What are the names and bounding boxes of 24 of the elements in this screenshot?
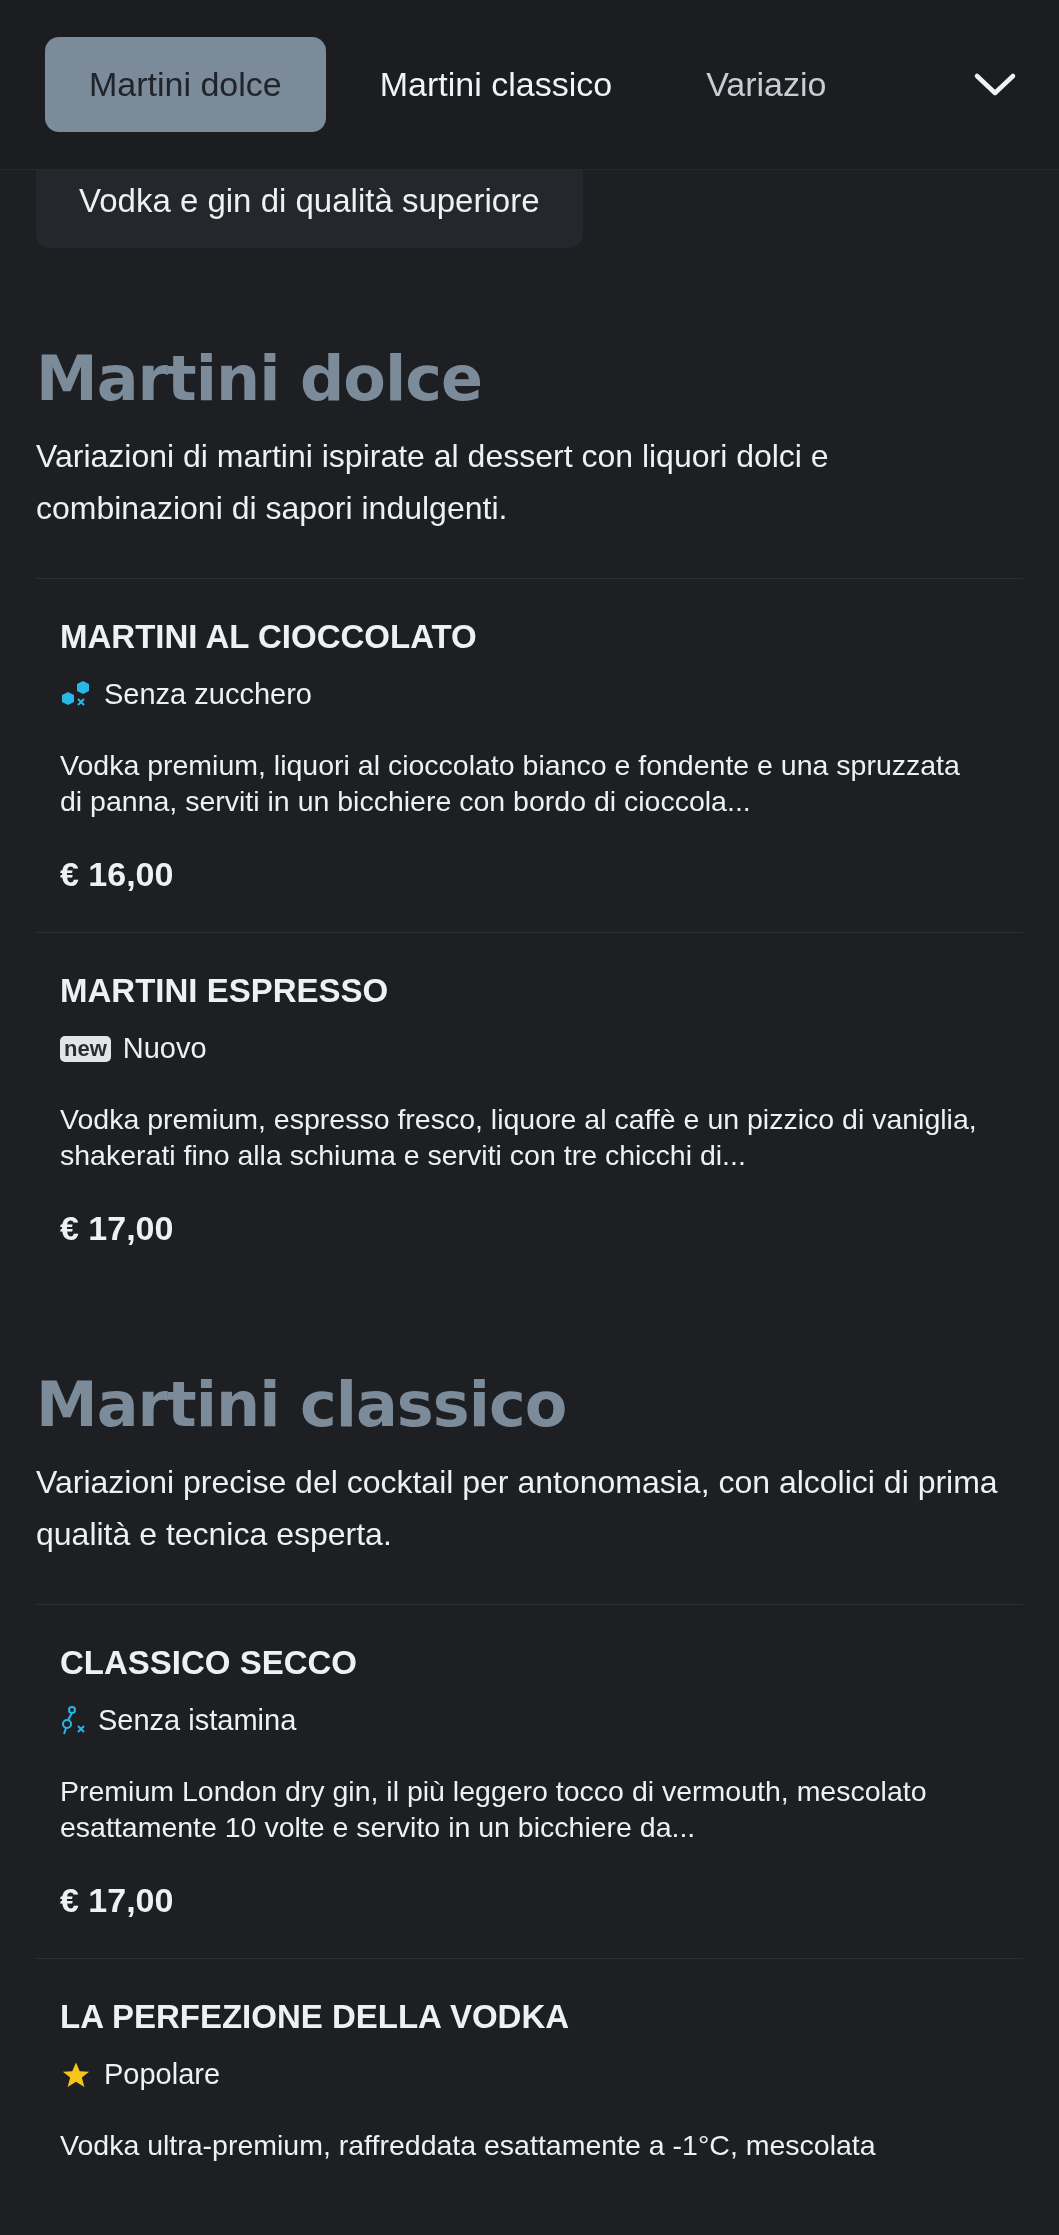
- item-name: CLASSICO SECCO: [60, 1642, 359, 1683]
- item-price: € 16,00: [60, 853, 175, 895]
- item-description: Vodka ultra-premium, raffreddata esattamente a -1°C, mescolata: [60, 2127, 877, 2163]
- item-price: € 17,00: [60, 1879, 175, 1921]
- item-price: € 17,00: [60, 1207, 175, 1249]
- item-name: LA PERFEZIONE DELLA VODKA: [60, 1996, 571, 2037]
- tag-label: Popolare: [104, 2056, 221, 2092]
- section-description: Variazioni di martini ispirate al dessert con liquori dolci e combinazioni di sapori indulgenti.: [36, 436, 830, 528]
- tag-label: Senza zucchero: [104, 676, 312, 712]
- section-title: Martini classico: [36, 1373, 568, 1436]
- molecule-icon: [60, 1705, 86, 1736]
- section-title: Martini dolce: [36, 347, 483, 410]
- category-tab[interactable]: Martini dolce: [45, 37, 326, 132]
- tag-label: Senza istamina: [98, 1702, 297, 1738]
- item-description: Vodka premium, liquori al cioccolato bianco e fondente e una spruzzata di panna, serviti in un bicchiere con bordo di cioccola...: [60, 747, 961, 819]
- tag-label: Nuovo: [122, 1030, 207, 1066]
- new-badge: new: [60, 1035, 111, 1062]
- item-description: Premium London dry gin, il più leggero tocco di vermouth, mescolato esattamente 10 volte e servito in un bicchiere da...: [60, 1773, 928, 1845]
- item-name: MARTINI ESPRESSO: [60, 970, 390, 1011]
- item-description: Vodka premium, espresso fresco, liquore al caffè e un pizzico di vaniglia, shakerati fino alla schiuma e serviti con tre chicchi di...: [60, 1101, 978, 1173]
- section-description: Variazioni precise del cocktail per antonomasia, con alcolici di prima qualità e tecnica esperta.: [36, 1462, 999, 1554]
- category-tab[interactable]: Variazio: [666, 37, 831, 132]
- category-tab[interactable]: Martini classico: [335, 37, 657, 132]
- item-name: MARTINI AL CIOCCOLATO: [60, 616, 478, 657]
